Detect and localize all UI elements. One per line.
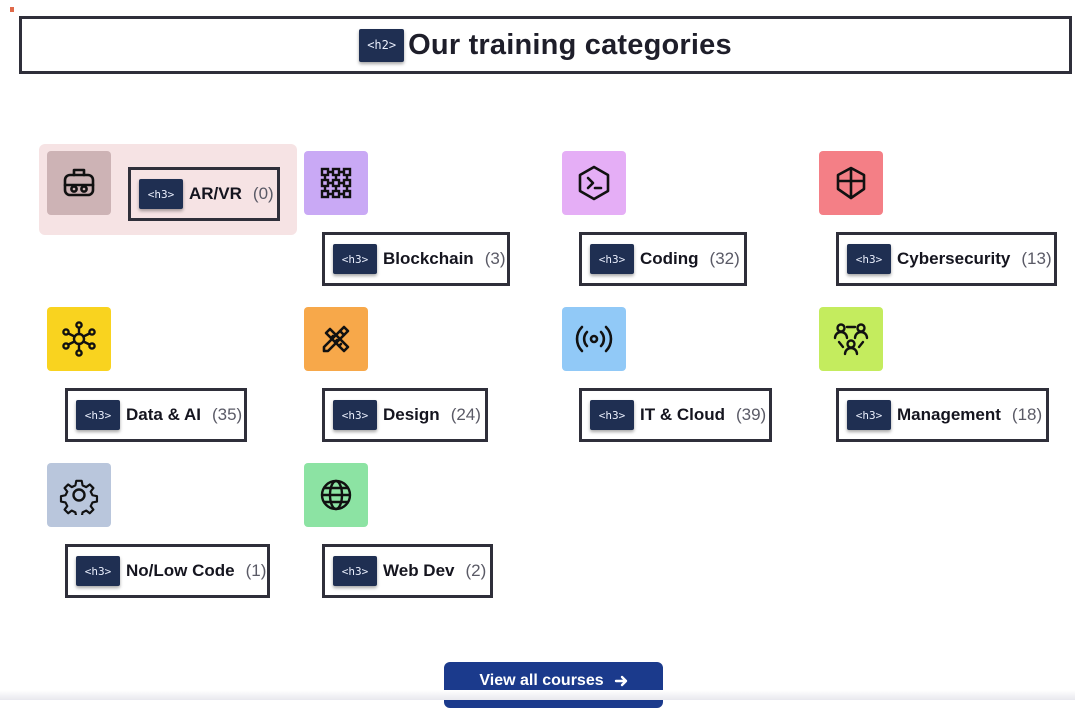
- category-web-dev[interactable]: <h3> Web Dev (2): [322, 544, 493, 598]
- category-blockchain[interactable]: <h3> Blockchain (3): [322, 232, 510, 286]
- page-title: Our training categories: [408, 28, 732, 61]
- shield-icon: [819, 151, 883, 215]
- section-heading: <h2> Our training categories: [19, 16, 1072, 74]
- h3-tag-badge: <h3>: [333, 556, 377, 586]
- category-it-cloud[interactable]: <h3> IT & Cloud (39): [579, 388, 772, 442]
- h3-tag-badge: <h3>: [333, 244, 377, 274]
- category-count: (3): [484, 249, 506, 268]
- category-count: (1): [245, 561, 267, 580]
- category-name: Data & AI: [126, 405, 201, 424]
- h2-tag-badge: <h2>: [359, 28, 405, 62]
- h3-tag-badge: <h3>: [139, 179, 183, 209]
- category-name: AR/VR: [189, 184, 242, 203]
- category-name: Management: [897, 405, 1001, 424]
- category-design[interactable]: <h3> Design (24): [322, 388, 488, 442]
- network-nodes-icon: [47, 307, 111, 371]
- category-count: (0): [252, 184, 274, 203]
- h3-tag-badge: <h3>: [590, 244, 634, 274]
- category-name: IT & Cloud: [640, 405, 725, 424]
- category-count: (24): [450, 405, 481, 424]
- category-cybersecurity[interactable]: <h3> Cybersecurity (13): [836, 232, 1057, 286]
- category-name: Cybersecurity: [897, 249, 1011, 268]
- category-data-ai[interactable]: <h3> Data & AI (35): [65, 388, 247, 442]
- category-ar-vr[interactable]: <h3> AR/VR (0): [128, 167, 280, 221]
- blockchain-grid-icon: [304, 151, 368, 215]
- pencil-ruler-icon: [304, 307, 368, 371]
- category-count: (13): [1021, 249, 1052, 268]
- h3-tag-badge: <h3>: [76, 556, 120, 586]
- h3-tag-badge: <h3>: [590, 400, 634, 430]
- category-name: Coding: [640, 249, 699, 268]
- terminal-prompt-icon: [562, 151, 626, 215]
- vr-headset-icon: [47, 151, 111, 215]
- category-no-low-code[interactable]: <h3> No/Low Code (1): [65, 544, 270, 598]
- category-management[interactable]: <h3> Management (18): [836, 388, 1049, 442]
- gear-icon: [47, 463, 111, 527]
- view-all-courses-button[interactable]: View all courses: [444, 662, 663, 708]
- category-count: (2): [465, 561, 487, 580]
- h3-tag-badge: <h3>: [847, 400, 891, 430]
- category-count: (39): [735, 405, 767, 424]
- h3-tag-badge: <h3>: [333, 400, 377, 430]
- category-name: Blockchain: [383, 249, 474, 268]
- bottom-shadow: [0, 690, 1075, 700]
- category-coding[interactable]: <h3> Coding (32): [579, 232, 747, 286]
- category-count: (18): [1011, 405, 1043, 424]
- team-users-icon: [819, 307, 883, 371]
- category-name: Design: [383, 405, 440, 424]
- arrow-right-icon: [614, 675, 627, 687]
- category-count: (32): [709, 249, 740, 268]
- category-count: (35): [211, 405, 243, 424]
- corner-marker: [10, 7, 14, 12]
- h3-tag-badge: <h3>: [76, 400, 120, 430]
- category-name: Web Dev: [383, 561, 455, 580]
- category-name: No/Low Code: [126, 561, 235, 580]
- view-all-courses-label: View all courses: [479, 672, 604, 689]
- globe-icon: [304, 463, 368, 527]
- broadcast-signal-icon: [562, 307, 626, 371]
- h3-tag-badge: <h3>: [847, 244, 891, 274]
